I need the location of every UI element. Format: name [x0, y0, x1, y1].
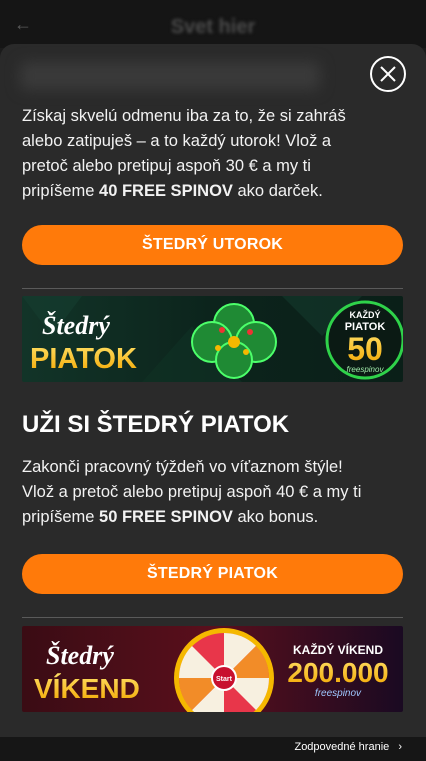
- banner-word-stedry: Štedrý: [46, 641, 114, 670]
- badge-number: 50: [347, 331, 383, 367]
- divider: [22, 617, 403, 618]
- weekend-sub: freespinov: [315, 688, 362, 699]
- app-title: Svet hier: [170, 16, 256, 38]
- friday-description: Zakonči pracovný týždeň vo víťaznom štýl…: [22, 458, 362, 526]
- weekend-promo-banner: Start Štedrý VÍKEND KAŽDÝ VÍKEND 200.000…: [22, 626, 403, 712]
- banner-word-piatok: PIATOK: [30, 343, 137, 375]
- weekend-label: KAŽDÝ VÍKEND: [293, 642, 383, 657]
- footer-bar: Zodpovedné hranie ›: [0, 737, 426, 761]
- chevron-right-icon: ›: [398, 741, 402, 753]
- banner-word-stedry: Štedrý: [42, 311, 110, 340]
- app-bar: ← Svet hier: [0, 0, 426, 48]
- close-icon: [380, 66, 396, 82]
- friday-promo-button[interactable]: ŠTEDRÝ PIATOK: [22, 554, 403, 594]
- friday-heading: UŽI SI ŠTEDRÝ PIATOK: [22, 411, 290, 438]
- promo-modal: Získaj skvelú odmenu iba za to, že si za…: [0, 44, 426, 737]
- wheel-start-label: Start: [216, 676, 233, 683]
- tuesday-description: Získaj skvelú odmenu iba za to, že si za…: [22, 107, 346, 200]
- tuesday-promo-button[interactable]: ŠTEDRÝ UTOROK: [22, 225, 403, 265]
- badge-kazdy: KAŽDÝ: [350, 309, 381, 320]
- divider: [22, 288, 403, 289]
- friday-promo-banner: Štedrý PIATOK KAŽDÝ PIATOK 50 freespinov: [22, 296, 403, 382]
- badge-sub: freespinov: [347, 365, 385, 374]
- responsible-gaming-link[interactable]: Zodpovedné hranie ›: [294, 741, 402, 753]
- close-button[interactable]: [370, 56, 406, 92]
- blurred-header: [20, 62, 320, 90]
- banner-word-vikend: VÍKEND: [34, 673, 140, 704]
- weekend-number: 200.000: [287, 657, 388, 688]
